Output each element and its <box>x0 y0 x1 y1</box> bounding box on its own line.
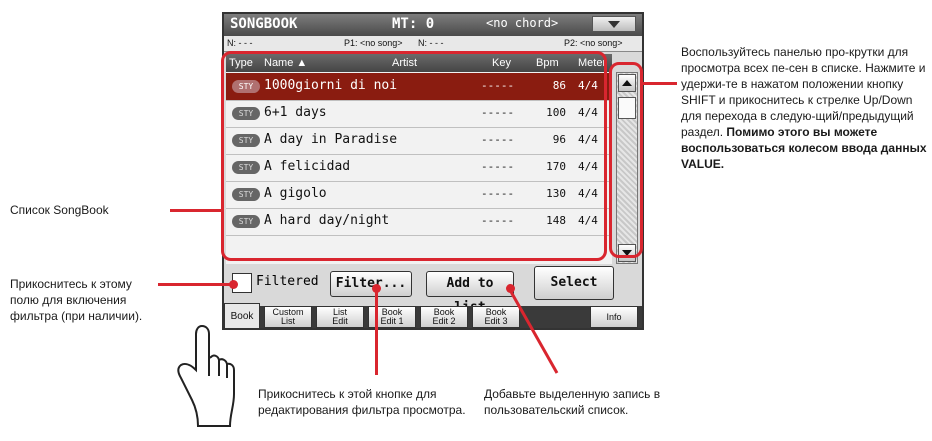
scroll-callout-line <box>643 82 677 85</box>
filter-button-note: Прикоснитесь к этой кнопке для редактиро… <box>258 387 466 417</box>
n-info-left: N: - - - <box>227 38 253 48</box>
add-marker <box>506 284 515 293</box>
title-bar: SONGBOOK MT: 0 <no chord> <box>224 14 642 36</box>
scrollbar-note: Воспользуйтесь панелью про-крутки для пр… <box>681 45 927 171</box>
filter-callout-line <box>375 287 378 375</box>
tab-book-edit-2[interactable]: Book Edit 2 <box>420 306 468 328</box>
tab-list-edit[interactable]: List Edit <box>316 306 364 328</box>
tab-info[interactable]: Info <box>590 306 638 328</box>
tab-bar: Book Custom List List Edit Book Edit 1 Book… <box>224 303 642 328</box>
filtered-label: Filtered <box>256 274 319 289</box>
player1-info: P1: <no song> <box>344 38 403 48</box>
player2-info: P2: <no song> <box>564 38 623 48</box>
tab-custom-list[interactable]: Custom List <box>264 306 312 328</box>
filtered-callout-line <box>158 283 234 286</box>
filtered-note: Прикоснитесь к этому полю для включения … <box>10 277 143 323</box>
filter-marker <box>372 284 381 293</box>
page-title: SONGBOOK <box>230 16 298 32</box>
scrollbar-highlight <box>609 62 643 258</box>
chord-display: <no chord> <box>486 16 559 30</box>
page-menu-button[interactable] <box>592 16 636 32</box>
song-info-row: N: - - - P1: <no song> N: - - - P2: <no … <box>224 36 642 52</box>
mt-indicator: MT: 0 <box>392 16 435 32</box>
add-callout-line <box>508 289 559 374</box>
touch-hand-icon <box>177 324 235 427</box>
list-highlight <box>221 51 607 261</box>
n-info-mid: N: - - - <box>418 38 444 48</box>
filter-button[interactable]: Filter... <box>330 271 412 297</box>
add-button-note: Добавьте выделенную запись в пользовател… <box>484 387 661 417</box>
add-to-list-button[interactable]: Add to list <box>426 271 514 315</box>
filtered-marker <box>229 280 238 289</box>
songbook-list-note: Список SongBook <box>10 203 109 217</box>
list-callout-line <box>170 209 222 212</box>
